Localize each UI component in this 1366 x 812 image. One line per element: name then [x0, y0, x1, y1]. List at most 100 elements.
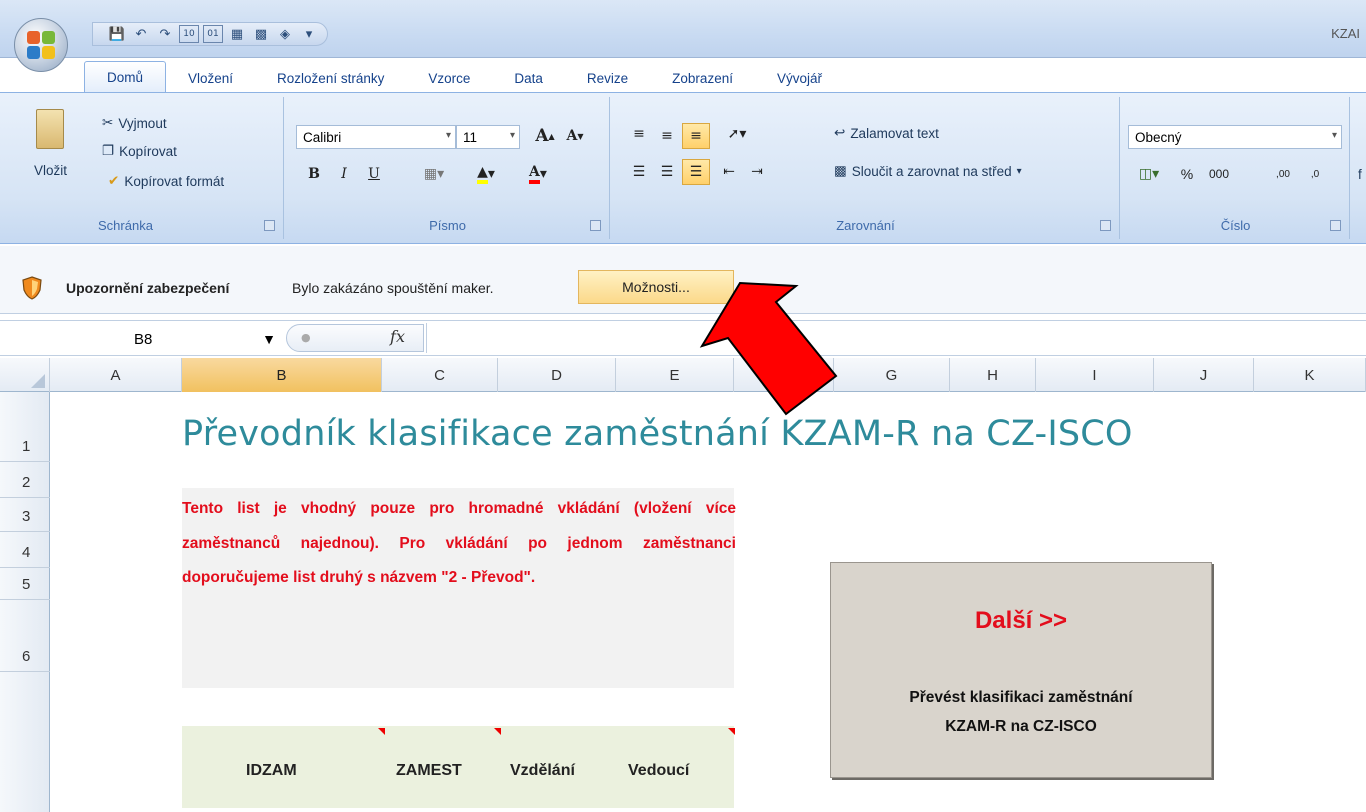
- font-name-select[interactable]: Calibri ▾: [296, 125, 456, 149]
- paste-button[interactable]: Vložit: [34, 163, 67, 178]
- form-icon[interactable]: ▩: [251, 25, 271, 43]
- resize-handle-icon[interactable]: ●: [301, 331, 311, 344]
- format-painter-button[interactable]: ✔ Kopírovat formát: [108, 173, 224, 189]
- options-button[interactable]: Možnosti...: [578, 270, 734, 304]
- office-button[interactable]: [14, 18, 68, 72]
- copy-button[interactable]: ❐ Kopírovat: [102, 143, 177, 159]
- shrink-font-button[interactable]: A ▼: [562, 123, 588, 149]
- font-size-select[interactable]: 11 ▾: [456, 125, 520, 149]
- shield-icon: [22, 276, 42, 300]
- tab-home[interactable]: Domů: [84, 61, 167, 92]
- tab-review[interactable]: Revize: [565, 64, 650, 92]
- row-header-3[interactable]: 3: [0, 498, 50, 532]
- row-header-5[interactable]: 5: [0, 568, 50, 600]
- redo-icon[interactable]: ↷: [155, 25, 175, 43]
- row-header-6[interactable]: 6: [0, 600, 50, 672]
- clipboard-group: Vložit ✂ Vyjmout ❐ Kopírovat ✔ Kopírovat fo…: [0, 97, 284, 239]
- column-header-k[interactable]: K: [1254, 358, 1366, 392]
- align-left-icon[interactable]: ☰: [626, 159, 652, 185]
- styles-group-partial: f: [1358, 167, 1362, 182]
- bold-button[interactable]: B: [302, 161, 326, 187]
- row-header-4[interactable]: 4: [0, 532, 50, 568]
- tab-data[interactable]: Data: [492, 64, 565, 92]
- wrap-text-button[interactable]: ↩ Zalamovat text: [834, 125, 939, 141]
- fill-color-button[interactable]: ▲ ▾: [464, 161, 508, 187]
- align-right-icon[interactable]: ☰: [682, 159, 710, 185]
- tab-insert[interactable]: Vložení: [166, 64, 255, 92]
- insert-function-icon[interactable]: fx: [390, 327, 405, 346]
- column-header-d[interactable]: D: [498, 358, 616, 392]
- tab-view[interactable]: Zobrazení: [650, 64, 755, 92]
- font-launcher[interactable]: [590, 220, 601, 231]
- security-warning-bar: Upozornění zabezpečení Bylo zakázáno spo…: [0, 246, 1366, 314]
- select-all-corner[interactable]: [0, 358, 50, 392]
- increase-decimal-button[interactable]: ,00: [1268, 161, 1298, 187]
- tab-page-layout[interactable]: Rozložení stránky: [255, 64, 406, 92]
- grow-font-button[interactable]: A ▲: [530, 123, 560, 149]
- cut-label: Vyjmout: [118, 115, 167, 131]
- font-color-icon: A: [529, 164, 540, 184]
- column-header-f[interactable]: F: [734, 358, 834, 392]
- number-format-select[interactable]: Obecný ▾: [1128, 125, 1342, 149]
- font-group-label: Písmo: [429, 218, 466, 233]
- borders-button[interactable]: ▦▾: [414, 161, 454, 187]
- merge-center-label: Sloučit a zarovnat na střed: [851, 163, 1012, 179]
- decrease-decimal-button[interactable]: ,0: [1300, 161, 1330, 187]
- bulk-insert-note: Tento list je vhodný pouze pro hromadné …: [182, 500, 736, 586]
- increase-indent-icon[interactable]: ⇥: [744, 159, 770, 185]
- header-idzam[interactable]: IDZAM: [246, 762, 297, 780]
- align-middle-icon[interactable]: ≡: [654, 123, 680, 149]
- header-vedouci[interactable]: Vedoucí: [628, 762, 689, 780]
- decrease-indent-icon[interactable]: ⇤: [716, 159, 742, 185]
- column-headers: A B C D E F G H I J K: [0, 358, 1366, 392]
- percent-button[interactable]: %: [1174, 161, 1200, 187]
- row-header-2[interactable]: 2: [0, 462, 50, 498]
- merge-center-button[interactable]: ▩ Sloučit a zarovnat na střed ▾: [834, 163, 1022, 179]
- security-warning-title: Upozornění zabezpečení: [66, 280, 230, 296]
- font-color-button[interactable]: A ▾: [516, 161, 560, 187]
- column-header-i[interactable]: I: [1036, 358, 1154, 392]
- binary2-icon[interactable]: 01: [203, 25, 223, 43]
- cut-button[interactable]: ✂ Vyjmout: [102, 115, 167, 131]
- tab-developer[interactable]: Vývojář: [755, 64, 844, 92]
- column-header-j[interactable]: J: [1154, 358, 1254, 392]
- column-header-c[interactable]: C: [382, 358, 498, 392]
- chevron-down-icon: ▾: [445, 130, 451, 141]
- binary-icon[interactable]: 10: [179, 25, 199, 43]
- save-icon[interactable]: 💾: [107, 25, 127, 43]
- underline-button[interactable]: U: [362, 161, 386, 187]
- name-box[interactable]: B8 ▼: [14, 325, 276, 353]
- convert-macro-button[interactable]: Další >> Převést klasifikaci zaměstnání …: [830, 562, 1212, 778]
- align-top-icon[interactable]: ≡: [626, 121, 652, 147]
- wrap-text-label: Zalamovat text: [850, 125, 939, 141]
- copy-icon: ❐: [102, 143, 115, 158]
- currency-button[interactable]: ◫▾: [1128, 161, 1170, 187]
- alignment-launcher[interactable]: [1100, 220, 1111, 231]
- font-size-value: 11: [463, 129, 478, 145]
- thousands-button[interactable]: 000: [1202, 161, 1236, 187]
- number-format-value: Obecný: [1135, 129, 1182, 145]
- column-header-g[interactable]: G: [834, 358, 950, 392]
- align-center-icon[interactable]: ☰: [654, 159, 680, 185]
- clipboard-launcher[interactable]: [264, 220, 275, 231]
- column-header-e[interactable]: E: [616, 358, 734, 392]
- customize-qat-icon[interactable]: ▾: [299, 25, 319, 43]
- italic-button[interactable]: I: [332, 161, 356, 187]
- column-header-a[interactable]: A: [50, 358, 182, 392]
- next-label: Další >>: [974, 607, 1068, 634]
- align-bottom-icon[interactable]: ≡: [682, 123, 710, 149]
- orientation-icon[interactable]: ➚▾: [716, 121, 758, 147]
- grid-icon[interactable]: ▦: [227, 25, 247, 43]
- row-header-1[interactable]: 1: [0, 392, 50, 462]
- header-vzdelani[interactable]: Vzdělání: [510, 762, 575, 780]
- column-header-b[interactable]: B: [182, 358, 382, 392]
- header-zamest[interactable]: ZAMEST: [396, 762, 462, 780]
- formula-input[interactable]: [426, 323, 1366, 353]
- macro-icon[interactable]: ◈: [275, 25, 295, 43]
- paste-icon[interactable]: [36, 109, 64, 149]
- undo-icon[interactable]: ↶: [131, 25, 151, 43]
- chevron-down-icon[interactable]: ▼: [262, 331, 276, 347]
- number-launcher[interactable]: [1330, 220, 1341, 231]
- column-header-h[interactable]: H: [950, 358, 1036, 392]
- tab-formulas[interactable]: Vzorce: [406, 64, 492, 92]
